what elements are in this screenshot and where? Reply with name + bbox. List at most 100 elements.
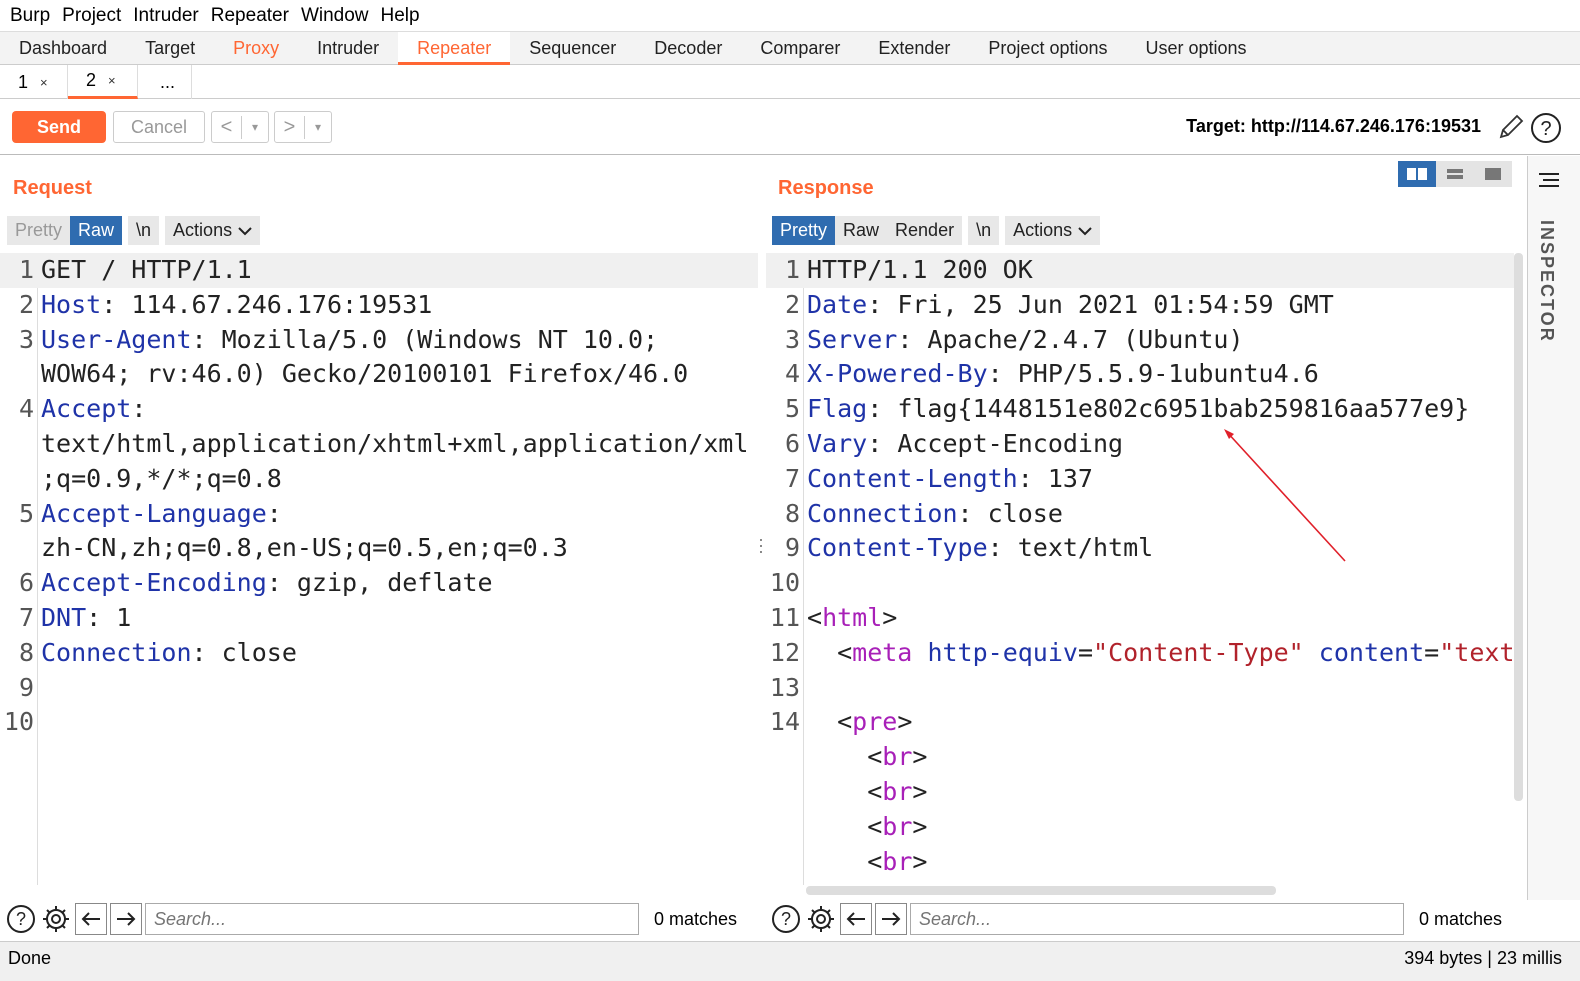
line-number: 2: [18, 289, 34, 319]
tab-decoder[interactable]: Decoder: [635, 32, 741, 65]
chevron-down-icon: [238, 227, 252, 236]
line-text: GET / HTTP/1.1: [41, 255, 252, 284]
tab-proxy[interactable]: Proxy: [214, 32, 298, 65]
svg-text:?: ?: [1540, 118, 1551, 140]
code-line: zh-CN,zh;q=0.8,en-US;q=0.5,en;q=0.3: [0, 531, 758, 566]
code-line: 3 Server: Apache/2.4.7 (Ubuntu): [766, 323, 1514, 358]
pencil-icon[interactable]: [1495, 111, 1527, 143]
menu-window[interactable]: Window: [291, 5, 369, 27]
split-handle[interactable]: · · ·: [758, 530, 764, 560]
tab-extender[interactable]: Extender: [859, 32, 969, 65]
newline-toggle[interactable]: \n: [968, 216, 1000, 245]
line-number: 7: [784, 463, 800, 493]
back-dropdown-icon[interactable]: ▾: [242, 120, 268, 134]
line-text: Vary: Accept-Encoding: [807, 428, 1124, 458]
line-number: 3: [18, 324, 34, 354]
help-icon[interactable]: ?: [1530, 112, 1562, 144]
next-match-button[interactable]: [110, 903, 142, 935]
gear-icon[interactable]: [40, 903, 72, 935]
line-text: <br>: [807, 742, 928, 772]
cancel-button[interactable]: Cancel: [113, 111, 205, 143]
status-text: Done: [8, 948, 52, 968]
tab-comparer[interactable]: Comparer: [741, 32, 859, 65]
split-columns-icon[interactable]: [1398, 161, 1436, 187]
code-line: <br>: [766, 810, 1514, 845]
line-text: <html>: [807, 602, 898, 632]
line-text: Accept:: [41, 394, 147, 424]
request-editor[interactable]: 1 GET / HTTP/1.1 2 Host: 114.67.246.176:195…: [0, 253, 758, 885]
repeater-tab-1[interactable]: 1 ×: [0, 65, 68, 99]
actions-menu[interactable]: Actions: [165, 216, 261, 245]
tab-sequencer[interactable]: Sequencer: [510, 32, 635, 65]
render-toggle[interactable]: Render: [887, 216, 963, 245]
line-text: WOW64; rv:46.0) Gecko/20100101 Firefox/4…: [41, 359, 689, 389]
tab-user-options[interactable]: User options: [1127, 32, 1266, 65]
response-search-input[interactable]: [910, 903, 1404, 935]
arrow-left-icon: [81, 912, 100, 926]
vertical-scrollbar[interactable]: [1514, 253, 1523, 801]
repeater-tab-2[interactable]: 2 ×: [68, 65, 138, 99]
pretty-toggle[interactable]: Pretty: [7, 216, 71, 245]
line-number: 14: [769, 707, 800, 737]
response-editor[interactable]: 1 HTTP/1.1 200 OK 2 Date: Fri, 25 Jun 2021 …: [766, 253, 1514, 885]
line-number: 7: [18, 602, 34, 632]
raw-toggle[interactable]: Raw: [835, 216, 888, 245]
menu-repeater[interactable]: Repeater: [201, 5, 289, 27]
code-line: 14 <pre>: [766, 705, 1514, 740]
menu-burp[interactable]: Burp: [0, 5, 50, 27]
code-line: 10: [0, 705, 758, 740]
request-search-input[interactable]: [145, 903, 639, 935]
horizontal-scrollbar[interactable]: [806, 886, 1276, 895]
line-text: <br>: [807, 811, 928, 841]
tab-dashboard[interactable]: Dashboard: [0, 32, 126, 65]
pretty-toggle[interactable]: Pretty: [772, 216, 836, 245]
history-back: < ▾: [211, 111, 269, 143]
back-button[interactable]: <: [212, 115, 242, 139]
actions-menu[interactable]: Actions: [1005, 216, 1101, 245]
line-text: Content-Length: 137: [807, 463, 1093, 493]
menu-help[interactable]: Help: [371, 5, 420, 27]
request-search-bar: ? 0 matches: [5, 900, 737, 938]
tab-intruder[interactable]: Intruder: [298, 32, 398, 65]
code-line: 6 Vary: Accept-Encoding: [766, 427, 1514, 462]
split-rows-icon[interactable]: [1436, 161, 1474, 187]
request-view-buttons: Pretty Raw \n Actions: [7, 216, 261, 245]
line-text: <pre>: [807, 707, 913, 737]
line-text: Flag: flag{1448151e802c6951bab259816aa57…: [807, 394, 1470, 424]
code-line: 2 Host: 114.67.246.176:19531: [0, 288, 758, 323]
forward-dropdown-icon[interactable]: ▾: [305, 120, 331, 134]
svg-text:?: ?: [781, 909, 791, 929]
target-label: Target: http://114.67.246.176:19531: [1186, 116, 1481, 136]
tab-repeater[interactable]: Repeater: [398, 32, 511, 65]
help-icon[interactable]: ?: [5, 903, 37, 935]
request-title: Request: [13, 177, 92, 199]
line-number: 11: [769, 602, 800, 632]
code-line: 4 Accept:: [0, 392, 758, 427]
close-icon[interactable]: ×: [40, 75, 48, 90]
new-tab-button[interactable]: ...: [138, 65, 192, 99]
help-icon[interactable]: ?: [770, 903, 802, 935]
match-count: 0 matches: [654, 908, 738, 929]
previous-match-button[interactable]: [840, 903, 872, 935]
code-line: 10: [766, 566, 1514, 601]
close-icon[interactable]: ×: [108, 73, 116, 88]
forward-button[interactable]: >: [275, 115, 305, 139]
code-line: 9: [0, 671, 758, 706]
hamburger-icon[interactable]: [1537, 170, 1561, 190]
line-text: <br>: [807, 776, 928, 806]
next-match-button[interactable]: [875, 903, 907, 935]
inspector-label[interactable]: INSPECTOR: [1536, 220, 1557, 343]
menu-bar: Burp Project Intruder Repeater Window He…: [0, 0, 1580, 31]
send-button[interactable]: Send: [12, 111, 106, 143]
previous-match-button[interactable]: [75, 903, 107, 935]
code-line: 13: [766, 671, 1514, 706]
menu-intruder[interactable]: Intruder: [123, 5, 198, 27]
raw-toggle[interactable]: Raw: [70, 216, 123, 245]
tab-project-options[interactable]: Project options: [969, 32, 1126, 65]
menu-project[interactable]: Project: [52, 5, 121, 27]
single-pane-icon[interactable]: [1474, 161, 1512, 187]
newline-toggle[interactable]: \n: [128, 216, 160, 245]
tab-target[interactable]: Target: [126, 32, 214, 65]
line-text: DNT: 1: [41, 602, 132, 632]
gear-icon[interactable]: [805, 903, 837, 935]
